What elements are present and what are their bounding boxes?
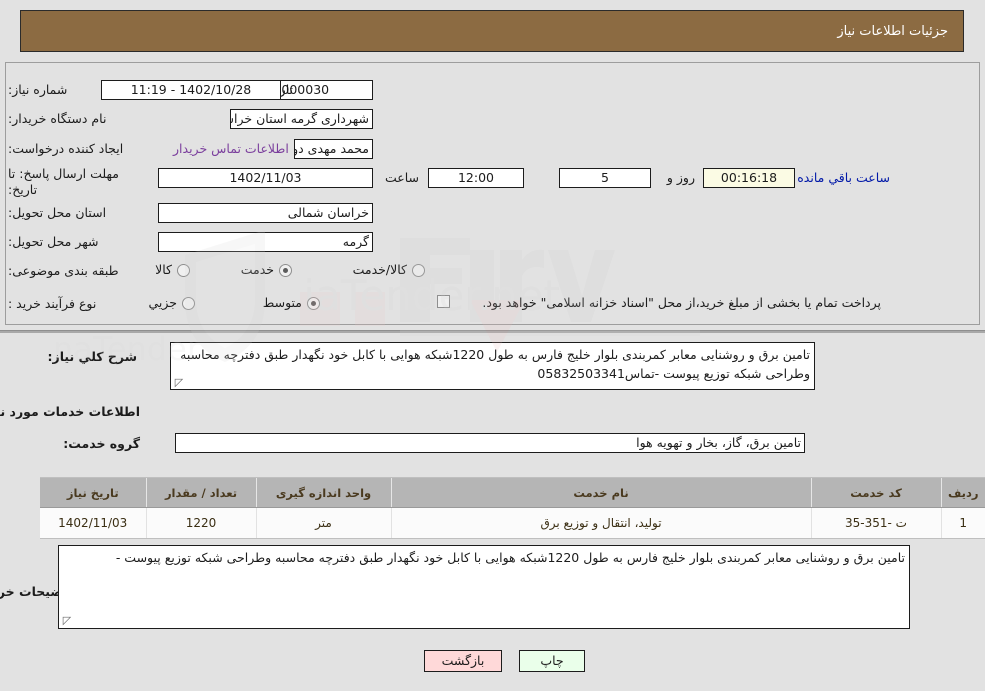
city-label: شهر محل تحویل: <box>8 234 99 249</box>
radio-category-goods-service[interactable]: کالا/خدمت <box>353 261 425 279</box>
process-label: نوع فرآیند خرید : <box>8 296 97 311</box>
radio-indicator-medium <box>307 296 320 310</box>
need-info-panel <box>5 62 980 325</box>
radio-category-service[interactable]: خدمت <box>241 261 292 279</box>
radio-indicator-goods-service <box>412 263 425 277</box>
islamic-treasury-checkbox[interactable] <box>437 295 450 308</box>
cell-row: 1 <box>940 507 985 538</box>
radio-indicator-goods <box>177 263 190 277</box>
deadline-label: مهلت ارسال پاسخ: تا تاریخ: <box>8 166 119 198</box>
days-value: 5 <box>559 168 651 188</box>
radio-label-medium: متوسط <box>262 295 302 310</box>
hour-value: 12:00 <box>428 168 524 188</box>
radio-process-minor[interactable]: جزیي <box>148 294 195 312</box>
radio-process-medium[interactable]: متوسط <box>263 294 320 312</box>
city-value: گرمه <box>158 232 373 252</box>
province-label: استان محل تحویل: <box>8 205 107 220</box>
cell-quantity: 1220 <box>145 507 256 538</box>
table-row: 1 ت -351-35 تولید، انتقال و توزیع برق مت… <box>40 507 985 538</box>
buyer-notes-textarea[interactable]: تامین برق و روشنایی معابر کمربندی بلوار … <box>58 545 910 629</box>
cell-service-code: ت -351-35 <box>810 507 941 538</box>
services-table-wrapper: ردیف کد خدمت نام خدمت واحد اندازه گیری ت… <box>40 477 985 539</box>
hour-label: ساعت <box>384 170 419 185</box>
radio-indicator-service <box>279 263 292 277</box>
back-button[interactable]: بازگشت <box>424 650 502 672</box>
table-header-row: ردیف کد خدمت نام خدمت واحد اندازه گیری ت… <box>40 478 985 508</box>
page-title: جزئیات اطلاعات نیاز <box>837 23 948 39</box>
radio-label-service: خدمت <box>240 262 274 277</box>
description-textarea[interactable]: تامین برق و روشنایی معابر کمربندی بلوار … <box>170 342 815 390</box>
category-label: طبقه بندی موضوعی: <box>8 263 119 278</box>
cell-need-date: 1402/11/03 <box>40 507 146 538</box>
province-value: خراسان شمالی <box>158 203 373 223</box>
cell-unit: متر <box>255 507 391 538</box>
creator-label: ایجاد کننده درخواست: <box>8 141 124 156</box>
service-group-label: گروه خدمت: <box>63 436 140 451</box>
services-table: ردیف کد خدمت نام خدمت واحد اندازه گیری ت… <box>40 478 985 538</box>
print-button[interactable]: چاپ <box>519 650 585 672</box>
creator-value: محمد مهدی دوست محمدی کاربرداز شهرداری گر… <box>294 139 373 159</box>
services-section-title: اطلاعات خدمات مورد نیاز <box>0 404 140 419</box>
col-quantity: تعداد / مقدار <box>145 478 256 508</box>
deadline-date-value: 1402/11/03 <box>158 168 373 188</box>
radio-label-goods-service: کالا/خدمت <box>352 262 407 277</box>
col-need-date: تاریخ نیاز <box>40 478 146 508</box>
remaining-timer-label: ساعت باقي مانده <box>797 170 890 185</box>
page-header: جزئیات اطلاعات نیاز <box>20 10 964 52</box>
col-unit: واحد اندازه گیری <box>255 478 391 508</box>
service-group-value: تامین برق، گاز، بخار و تهویه هوا <box>175 433 805 453</box>
resize-grip-icon-notes[interactable]: ◸ <box>62 615 72 626</box>
description-label: شرح کلي نیاز: <box>47 349 137 364</box>
buyer-org-value: شهرداری گرمه استان خراسان شمالی <box>230 109 373 129</box>
announce-value: 1402/10/28 - 11:19 <box>101 80 281 100</box>
col-service-name: نام خدمت <box>390 478 811 508</box>
section-divider <box>0 330 985 333</box>
col-row: ردیف <box>940 478 985 508</box>
radio-category-goods[interactable]: کالا <box>155 261 190 279</box>
islamic-treasury-note: پرداخت تمام یا بخشی از مبلغ خرید،از محل … <box>482 295 881 310</box>
radio-label-goods: کالا <box>155 262 172 277</box>
radio-indicator-minor <box>182 296 195 310</box>
buyer-org-label: نام دستگاه خریدار: <box>8 111 107 126</box>
resize-grip-icon[interactable]: ◸ <box>174 377 184 388</box>
remaining-timer-value: 00:16:18 <box>703 168 795 188</box>
radio-label-minor: جزیي <box>148 295 177 310</box>
buyer-contact-link[interactable]: اطلاعات تماس خریدار <box>173 139 289 159</box>
days-label: روز و <box>666 170 695 185</box>
cell-service-name: تولید، انتقال و توزیع برق <box>390 507 811 538</box>
page-root: iaTender.net naTender جزئیات اطلاعات نیا… <box>0 0 985 691</box>
col-service-code: کد خدمت <box>810 478 941 508</box>
